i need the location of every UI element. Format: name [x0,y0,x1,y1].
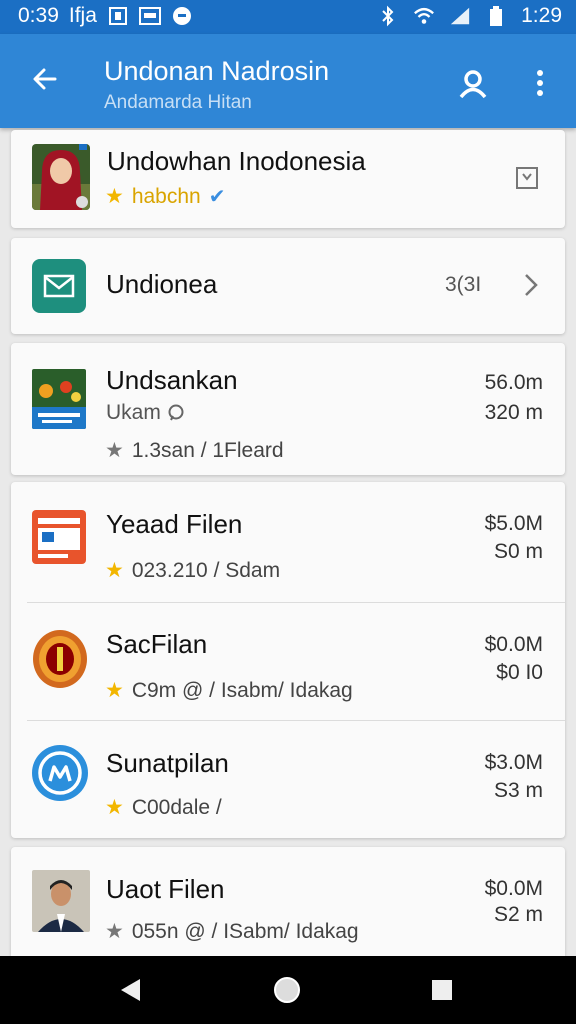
item-title: Yeaad Filen [106,509,243,539]
more-vert-icon [537,70,543,96]
bookmark-button[interactable] [513,164,541,192]
listings-group: Yeaad Filen ★ 023.210 / Sdam $5.0M S0 m … [11,482,565,838]
star-icon: ★ [105,185,124,208]
status-left: 0:39 Ifja [18,4,193,28]
item-subtitle-row: Ukam [106,401,185,425]
list-item[interactable]: Yeaad Filen ★ 023.210 / Sdam $5.0M S0 m [11,482,565,600]
star-outline-icon: ★ [105,439,124,462]
item-rating-text: C9m @ / Isabm/ Idakag [131,678,353,702]
list-item[interactable]: SacFilan ★ C9m @ / Isabm/ Idakag $0.0M $… [11,603,565,719]
app-thumbnail [32,745,88,801]
arrow-back-icon [33,68,57,90]
wifi-icon [413,5,435,27]
item-value-secondary: S2 m [493,903,543,926]
app-thumbnail [32,629,88,689]
item-rating-text: 055n @ / ISabm/ Idakag [131,919,359,943]
bluetooth-icon [377,5,399,27]
battery-icon [485,5,507,27]
profile-tag: habchn [131,184,201,208]
image-notification-icon [138,5,161,27]
item-value-primary: 56.0m [484,371,543,394]
app-thumbnail [32,510,86,564]
comment-icon [168,404,184,421]
list-item[interactable]: Uaot Filen ★ 055n @ / ISabm/ Idakag $0.0… [11,847,565,956]
status-left-text: Ifja [68,4,97,27]
profile-card[interactable]: Undowhan Inodonesia ★ habchn ✔ [11,130,565,228]
item-rating: ★ C9m @ / Isabm/ Idakag [105,678,353,703]
list-item[interactable]: Undsankan Ukam ★ 1.3san / 1Fleard 56.0m … [11,343,565,475]
item-value-secondary: 320 m [484,401,543,424]
item-rating: ★ C00dale / [105,795,222,820]
item-rating-text: 023.210 / Sdam [131,558,281,582]
list-item[interactable]: Sunatpilan ★ C00dale / $3.0M S3 m [11,721,565,837]
person-icon [459,70,487,99]
item-title: Sunatpilan [106,748,229,778]
item-value-primary: $0.0M [484,633,543,656]
page-subtitle: Andamarda Hitan [104,92,252,113]
triangle-back-icon [121,979,140,1001]
nav-home-button[interactable] [265,968,309,1012]
item-value-secondary: S3 m [493,779,543,802]
item-rating: ★ 055n @ / ISabm/ Idakag [105,919,359,944]
star-icon: ★ [105,796,124,819]
verified-icon: ✔ [208,186,226,208]
home-circle-icon [274,977,300,1003]
item-value-secondary: $0 I0 [496,661,543,684]
star-icon: ★ [105,559,124,582]
navigation-bar [0,956,576,1024]
page-title: Undonan Nadrosin [104,56,330,86]
item-title: Undsankan [106,365,238,395]
back-button[interactable] [22,56,68,102]
item-value-primary: $5.0M [484,512,543,535]
account-button[interactable] [452,62,494,104]
nav-back-button[interactable] [108,968,152,1012]
profile-tag-row: ★ habchn ✔ [105,184,226,209]
signal-icon [449,5,471,27]
nav-recents-button[interactable] [420,968,464,1012]
app-thumbnail [32,369,86,429]
star-outline-icon: ★ [105,920,124,943]
item-value-secondary: S0 m [493,540,543,563]
item-value-primary: $3.0M [484,751,543,774]
star-icon: ★ [105,679,124,702]
envelope-icon [43,274,75,298]
item-rating: ★ 023.210 / Sdam [105,558,280,583]
status-time: 0:39 [18,4,59,27]
item-subtitle: Ukam [106,401,161,424]
square-recents-icon [432,980,452,1000]
more-options-button[interactable] [522,62,558,104]
item-value-primary: $0.0M [484,877,543,900]
mail-count: 3(3I [445,273,482,296]
mail-row[interactable]: Undionea 3(3I [11,238,565,334]
status-right: 1:29 [377,4,562,28]
chevron-right-icon [523,272,539,303]
item-rating-text: C00dale / [131,795,222,819]
chat-notification-icon [171,5,193,27]
item-title: SacFilan [106,629,208,659]
avatar [32,144,90,210]
item-rating: ★ 1.3san / 1Fleard [105,438,284,463]
mail-label: Undionea [106,269,218,299]
avatar [32,870,90,932]
bookmark-icon [516,167,538,189]
status-bar: 0:39 Ifja 1:29 [0,0,576,34]
notification-icon [107,5,129,27]
status-clock: 1:29 [521,4,562,27]
item-title: Uaot Filen [106,874,225,904]
item-rating-text: 1.3san / 1Fleard [131,438,284,462]
profile-name: Undowhan Inodonesia [107,146,366,176]
mail-app-icon [32,259,86,313]
app-bar: Undonan Nadrosin Andamarda Hitan [0,34,576,128]
